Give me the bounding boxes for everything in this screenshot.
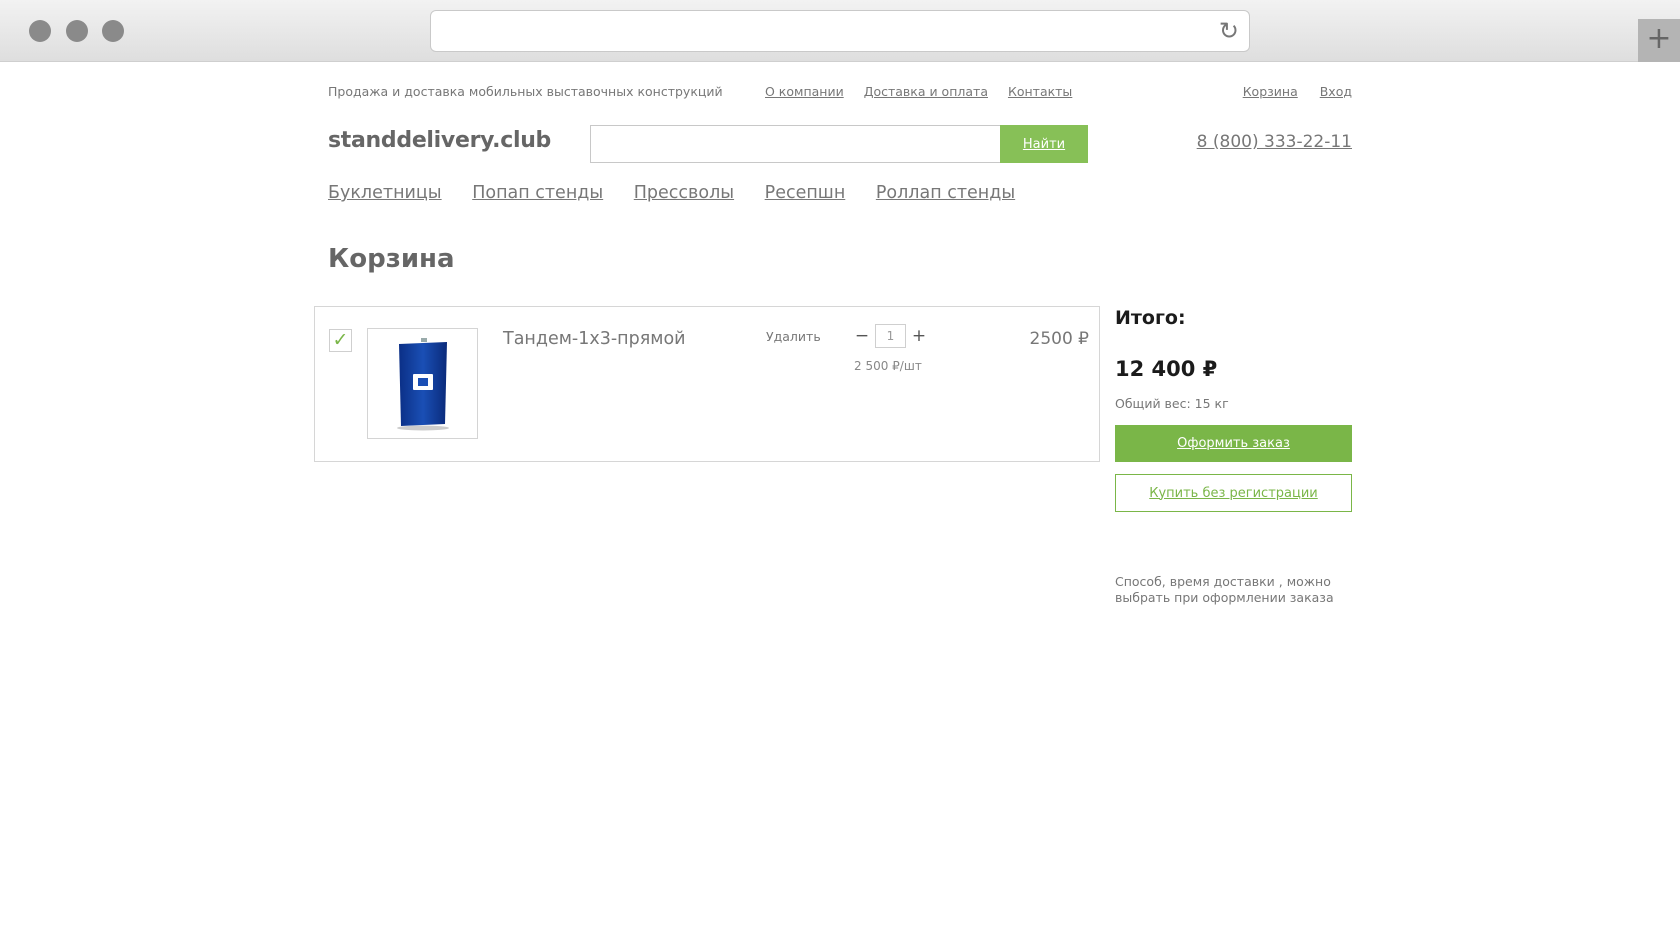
cart-item: ✓ Тандем-1x3-прямой Удалить − + 2 500 ₽/… [314,306,1100,462]
site-logo[interactable]: standdelivery.club [328,128,551,153]
category-rollup-stands[interactable]: Роллап стенды [876,183,1015,203]
category-navigation: Буклетницы Попап стенды Прессволы Ресепш… [328,183,1040,203]
page-title: Корзина [328,244,455,274]
delivery-note: Способ, время доставки , можно выбрать п… [1115,574,1334,605]
guest-checkout-button[interactable]: Купить без регистрации [1115,474,1352,512]
search-button[interactable]: Найти [1000,125,1088,163]
window-close-dot[interactable] [29,20,51,42]
nav-contacts-link[interactable]: Контакты [1008,84,1072,99]
new-tab-button[interactable]: + [1638,19,1680,62]
cart-link[interactable]: Корзина [1243,84,1298,99]
summary-total: 12 400 ₽ [1115,357,1218,381]
nav-delivery-link[interactable]: Доставка и оплата [864,84,988,99]
product-name-link[interactable]: Тандем-1x3-прямой [503,329,686,349]
decrease-quantity-button[interactable]: − [853,326,871,346]
summary-weight: Общий вес: 15 кг [1115,396,1229,411]
window-minimize-dot[interactable] [66,20,88,42]
browser-toolbar: ↻ + [0,0,1680,62]
unit-price: 2 500 ₽/шт [854,359,922,373]
quantity-input[interactable] [875,324,906,348]
address-bar[interactable]: ↻ [430,10,1250,52]
account-links: Корзина Вход [1225,84,1352,99]
reload-icon[interactable]: ↻ [1219,17,1239,45]
increase-quantity-button[interactable]: + [910,326,928,346]
category-reception[interactable]: Ресепшн [765,183,846,203]
summary-label: Итого: [1115,307,1186,329]
category-booklet-holders[interactable]: Буклетницы [328,183,442,203]
product-image[interactable] [367,328,478,439]
checkout-button[interactable]: Оформить заказ [1115,425,1352,462]
search-input[interactable] [590,125,1000,163]
quantity-stepper: − + [853,324,928,348]
login-link[interactable]: Вход [1320,84,1352,99]
top-navigation: О компании Доставка и оплата Контакты [765,84,1088,99]
item-select-checkbox[interactable]: ✓ [329,329,352,352]
site-tagline: Продажа и доставка мобильных выставочных… [328,84,723,99]
category-popup-stands[interactable]: Попап стенды [472,183,603,203]
window-maximize-dot[interactable] [102,20,124,42]
category-press-walls[interactable]: Прессволы [634,183,734,203]
phone-link[interactable]: 8 (800) 333-22-11 [1197,132,1352,152]
brochure-stand-icon [396,337,449,430]
search-bar: Найти [590,125,1088,163]
nav-about-link[interactable]: О компании [765,84,844,99]
remove-item-button[interactable]: Удалить [766,329,821,344]
item-total-price: 2500 ₽ [1029,329,1089,349]
